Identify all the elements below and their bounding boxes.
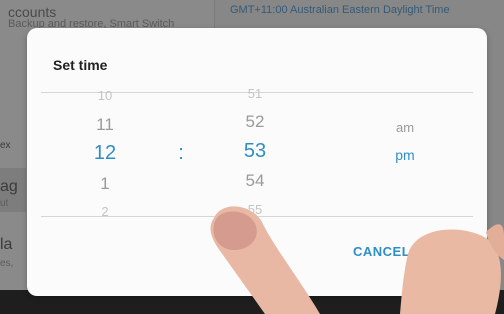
- right-finger: [400, 229, 501, 314]
- finger-overlay: [210, 206, 504, 314]
